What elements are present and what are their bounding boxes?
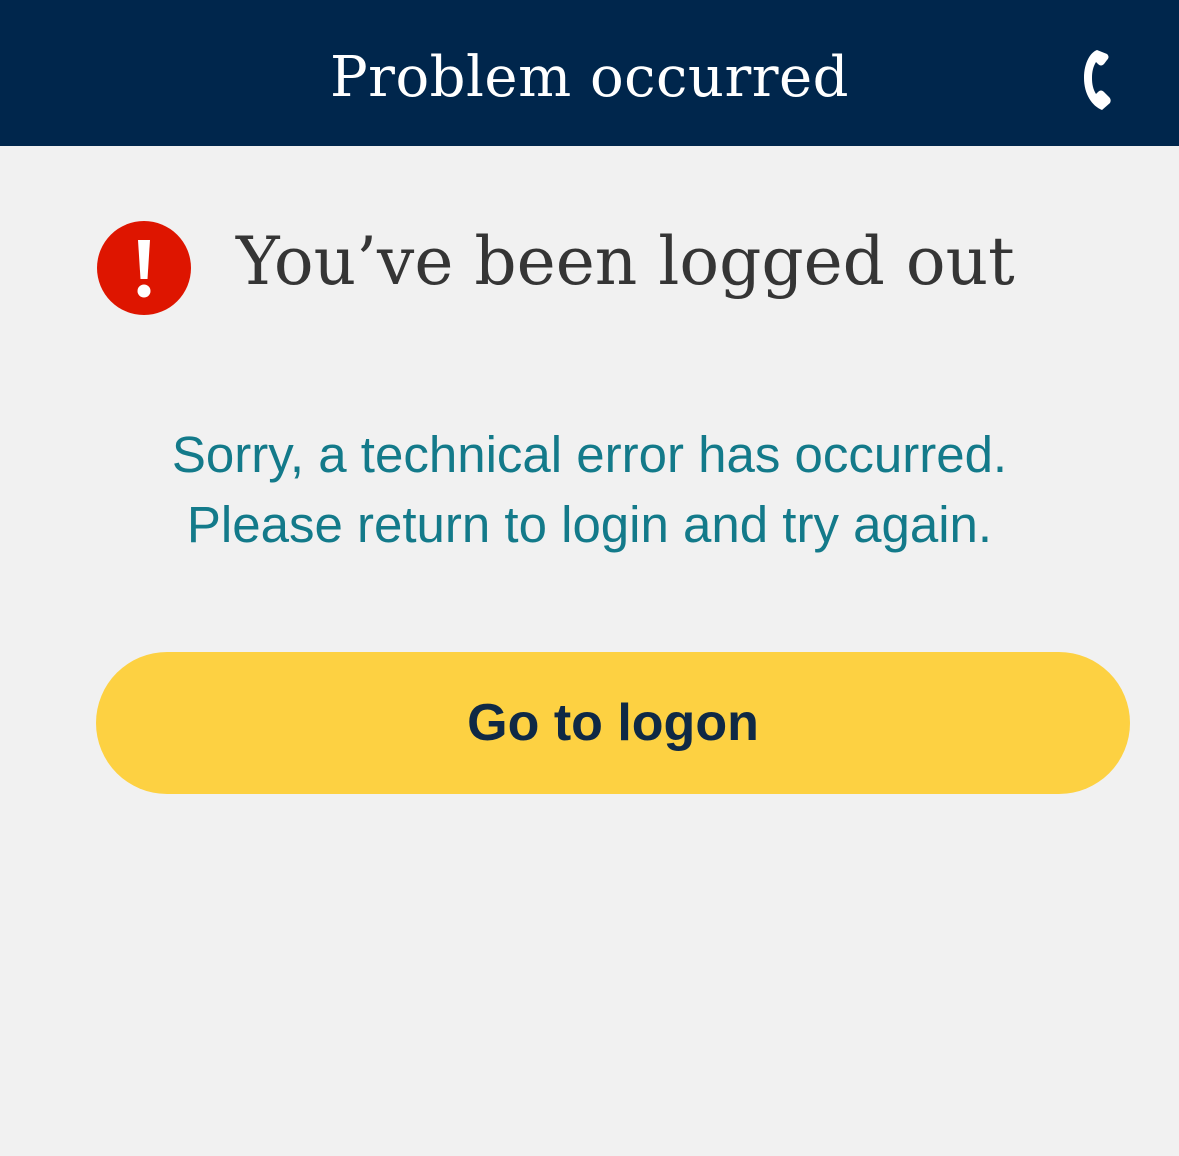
error-message-line-2: Please return to login and try again. bbox=[186, 496, 993, 553]
logout-alert: You’ve been logged out bbox=[96, 220, 1096, 320]
call-button[interactable] bbox=[1070, 44, 1124, 116]
error-message: Sorry, a technical error has occurred. P… bbox=[0, 420, 1179, 560]
logout-heading: You’ve been logged out bbox=[236, 223, 1015, 300]
error-exclamation-icon bbox=[97, 221, 191, 315]
phone-icon bbox=[1084, 50, 1111, 110]
top-app-bar: Problem occurred bbox=[0, 0, 1179, 146]
go-to-logon-button[interactable]: Go to logon bbox=[96, 652, 1130, 794]
page-title: Problem occurred bbox=[330, 45, 849, 110]
error-message-line-1: Sorry, a technical error has occurred. bbox=[171, 426, 1008, 483]
